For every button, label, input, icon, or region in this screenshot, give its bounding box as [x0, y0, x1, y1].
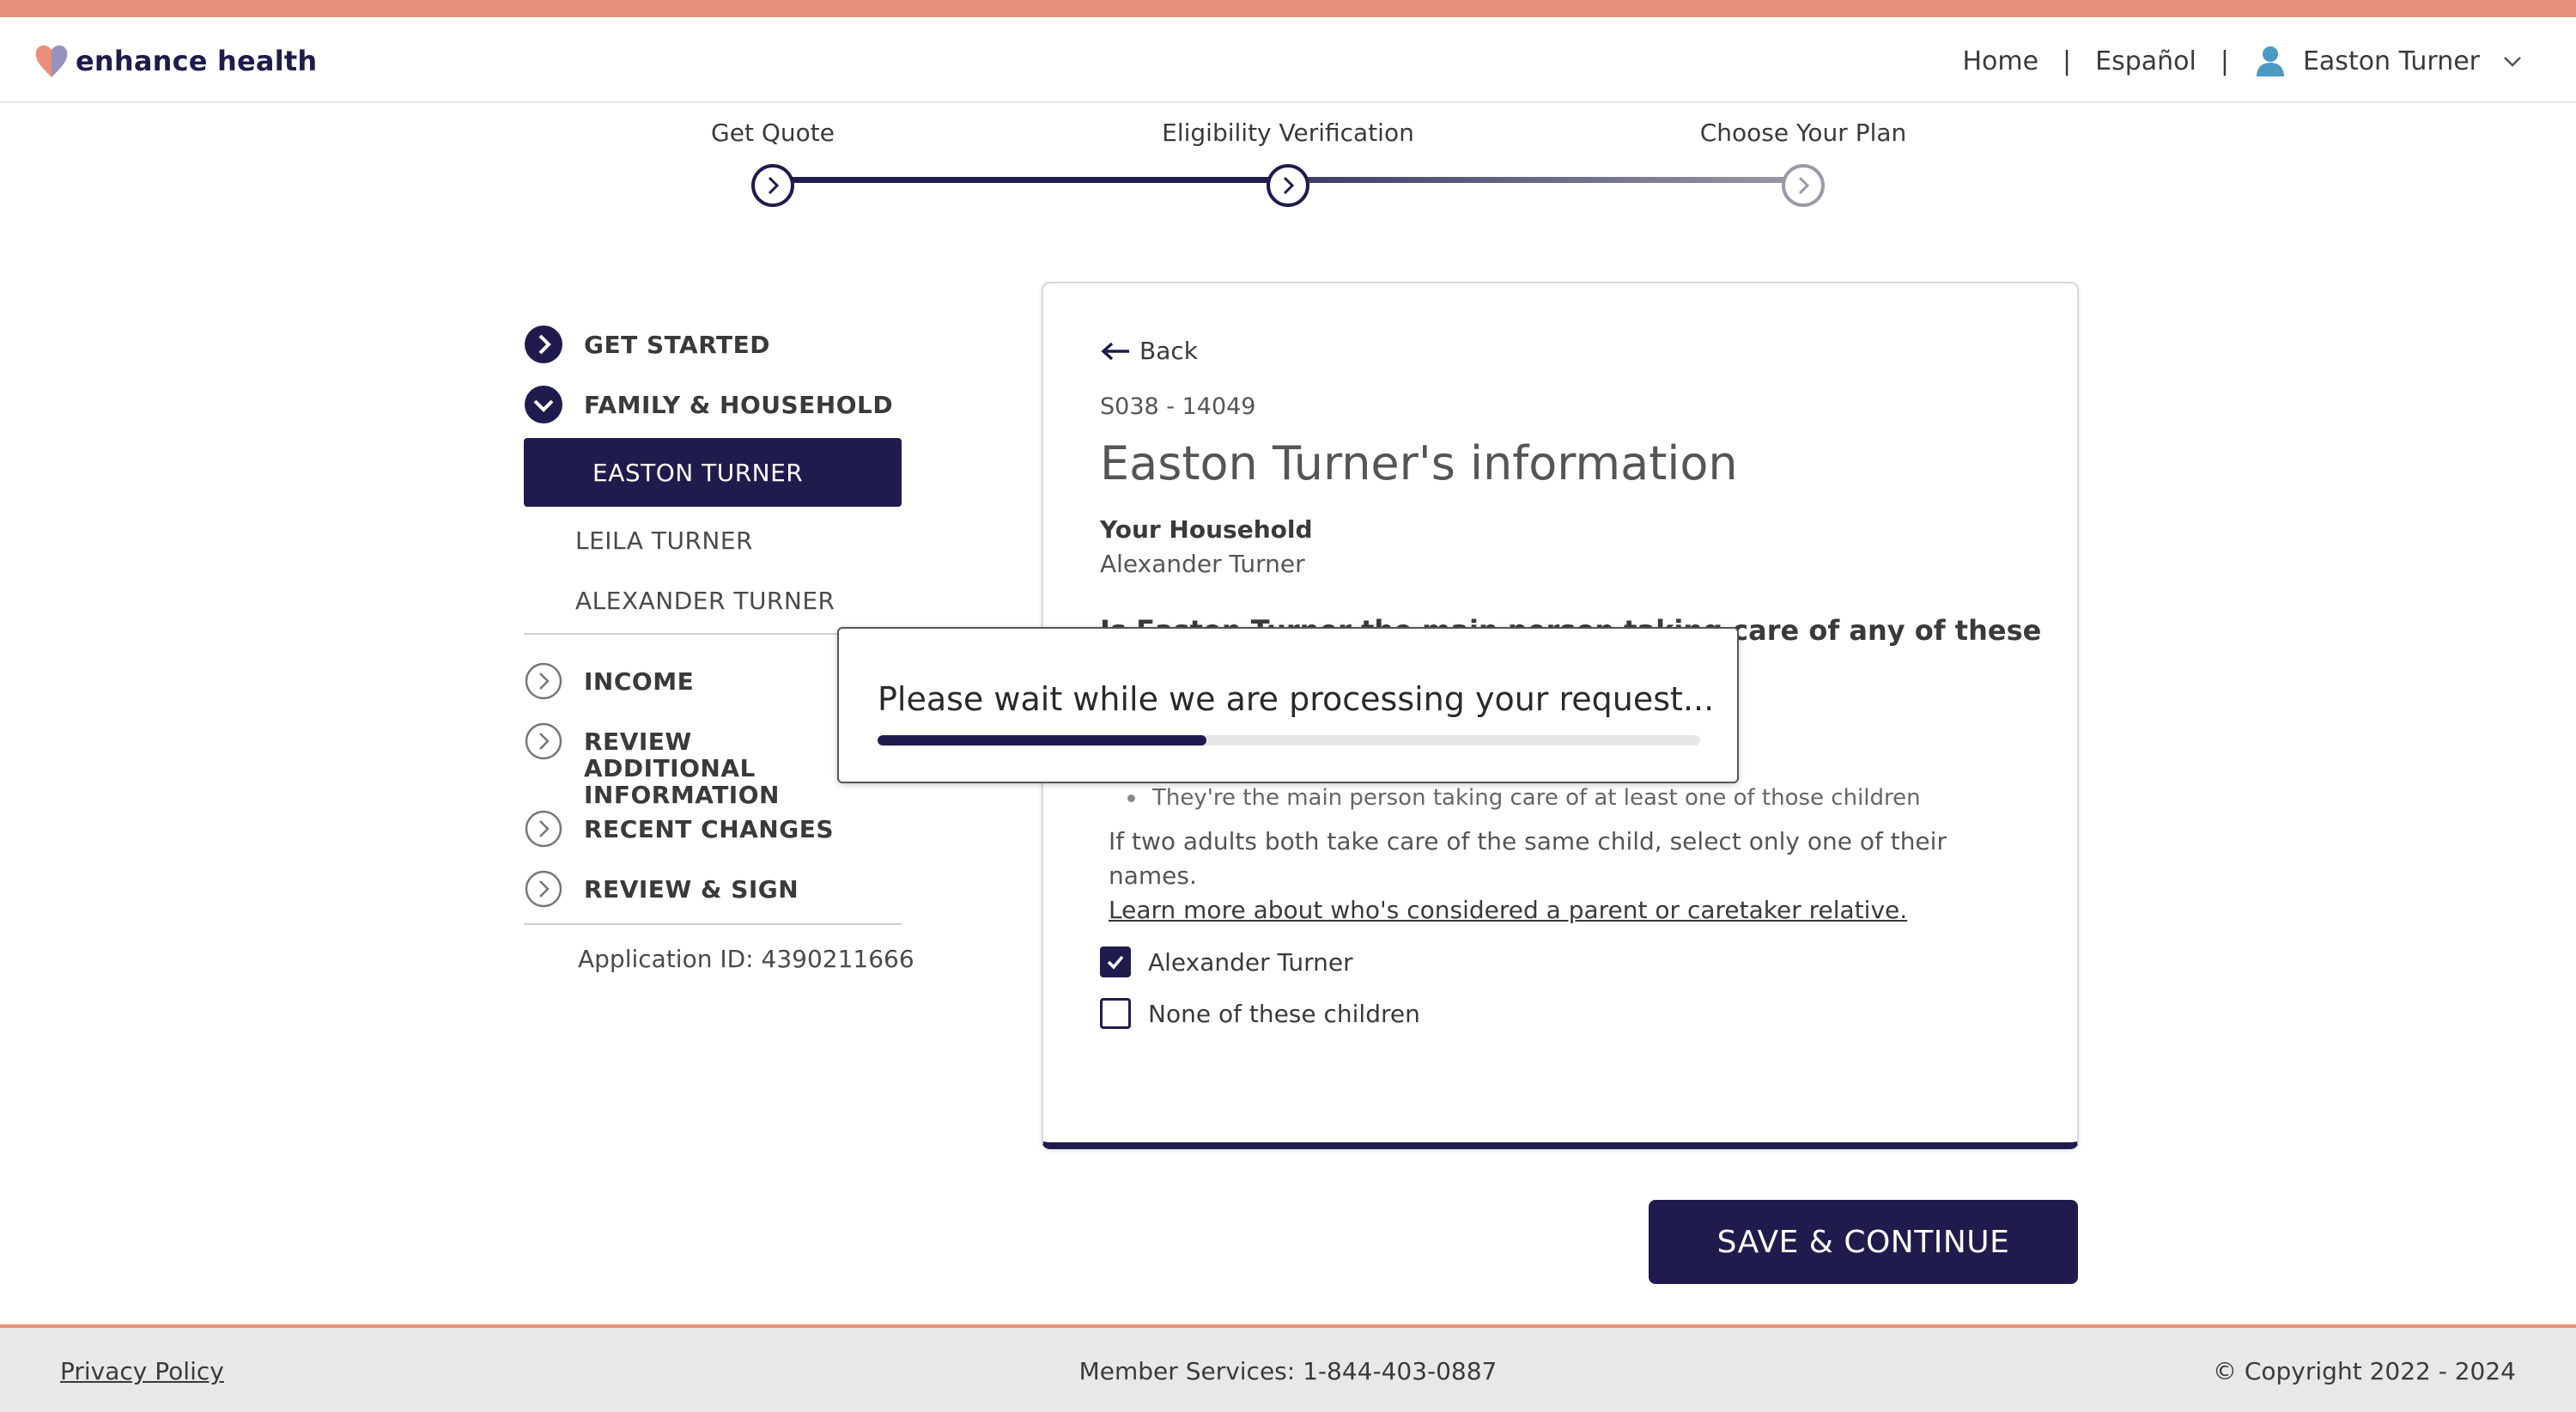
- option-none-of-these[interactable]: None of these children: [1100, 998, 1420, 1029]
- chevron-right-icon: [1283, 176, 1295, 195]
- chevron-right-circle-outline-icon: [525, 722, 562, 760]
- checkbox-checked[interactable]: [1100, 946, 1131, 977]
- sidebar-member-leila-turner[interactable]: LEILA TURNER: [575, 526, 753, 555]
- sidebar-item-family-household[interactable]: FAMILY & HOUSEHOLD: [524, 385, 893, 424]
- step-label-get-quote: Get Quote: [711, 119, 835, 147]
- sidebar-item-label: FAMILY & HOUSEHOLD: [584, 391, 894, 419]
- step-connector-complete: [773, 177, 1288, 183]
- sidebar-item-label: RECENT CHANGES: [584, 815, 835, 843]
- language-link[interactable]: Español: [2095, 46, 2196, 76]
- sidebar-item-label: GET STARTED: [584, 331, 770, 359]
- copyright: © Copyright 2022 - 2024: [2212, 1357, 2516, 1385]
- checkbox-unchecked[interactable]: [1100, 998, 1131, 1029]
- brand-logo[interactable]: enhance health: [33, 41, 317, 81]
- caretaker-note: If two adults both take care of the same…: [1109, 827, 1947, 890]
- arrow-left-icon: [1101, 342, 1129, 360]
- option-label: None of these children: [1148, 999, 1420, 1028]
- sidebar-item-get-started[interactable]: GET STARTED: [524, 325, 770, 364]
- step-label-choose-plan: Choose Your Plan: [1699, 119, 1907, 147]
- privacy-policy-link[interactable]: Privacy Policy: [60, 1357, 224, 1385]
- chevron-right-circle-outline-icon: [525, 662, 562, 700]
- brand-name: enhance health: [76, 45, 318, 77]
- sidebar-item-label: REVIEW & SIGN: [584, 875, 799, 904]
- sidebar-item-label: REVIEW ADDITIONAL INFORMATION: [584, 727, 780, 808]
- sidebar-item-review-sign[interactable]: REVIEW & SIGN: [524, 869, 799, 909]
- site-footer: Privacy Policy Member Services: 1-844-40…: [0, 1324, 2576, 1412]
- learn-more-link[interactable]: Learn more about who's considered a pare…: [1109, 896, 1907, 924]
- step-marker-get-quote[interactable]: [751, 164, 794, 207]
- chevron-right-circle-outline-icon: [525, 810, 562, 848]
- processing-message: Please wait while we are processing your…: [878, 680, 1715, 718]
- checkmark-icon: [1107, 955, 1124, 970]
- criteria-bullet: They're the main person taking care of a…: [1127, 785, 1921, 811]
- page-title: Easton Turner's information: [1100, 436, 1738, 490]
- step-marker-choose-plan[interactable]: [1782, 164, 1825, 207]
- step-connector-upcoming: [1288, 177, 1803, 183]
- sidebar-member-alexander-turner[interactable]: ALEXANDER TURNER: [575, 587, 835, 615]
- household-value: Alexander Turner: [1100, 550, 1305, 578]
- chevron-right-icon: [1798, 176, 1810, 195]
- chevron-right-icon: [768, 176, 780, 195]
- top-nav: Home | Español | Easton Turner: [1962, 41, 2524, 81]
- sidebar-divider: [524, 923, 902, 925]
- member-services: Member Services: 1-844-403-0887: [1078, 1357, 1498, 1385]
- back-link[interactable]: Back: [1100, 337, 1198, 365]
- back-label: Back: [1139, 337, 1198, 365]
- sidebar-item-label: INCOME: [584, 667, 695, 696]
- top-accent-bar: [0, 0, 2576, 17]
- heart-logo-icon: [35, 45, 68, 77]
- processing-progress-bar: [878, 735, 1700, 746]
- form-code: S038 - 14049: [1100, 393, 1256, 420]
- home-link[interactable]: Home: [1962, 46, 2038, 76]
- bullet-dot-icon: [1127, 794, 1135, 802]
- step-marker-eligibility[interactable]: [1267, 164, 1309, 207]
- sidebar-item-review-additional[interactable]: REVIEW ADDITIONAL INFORMATION: [524, 721, 807, 808]
- criteria-text: They're the main person taking care of a…: [1152, 785, 1921, 811]
- save-continue-button[interactable]: SAVE & CONTINUE: [1649, 1200, 2078, 1284]
- user-icon[interactable]: [2253, 44, 2287, 78]
- nav-separator: |: [2220, 46, 2229, 76]
- progress-fill: [878, 735, 1207, 746]
- chevron-down-circle-filled-icon: [525, 386, 562, 423]
- nav-separator: |: [2063, 46, 2072, 76]
- application-id: Application ID: 4390211666: [578, 945, 914, 973]
- site-header: enhance health Home | Español | Easton T…: [0, 17, 2576, 103]
- sidebar-item-income[interactable]: INCOME: [524, 661, 694, 701]
- user-menu-name[interactable]: Easton Turner: [2303, 46, 2480, 76]
- option-alexander-turner[interactable]: Alexander Turner: [1100, 946, 1353, 977]
- option-label: Alexander Turner: [1148, 947, 1353, 977]
- chevron-right-circle-outline-icon: [525, 870, 562, 908]
- chevron-down-icon[interactable]: [2480, 49, 2524, 73]
- chevron-right-circle-filled-icon: [525, 326, 562, 363]
- household-label: Your Household: [1100, 515, 1313, 544]
- step-label-eligibility: Eligibility Verification: [1162, 119, 1414, 147]
- sidebar-member-easton-turner[interactable]: EASTON TURNER: [524, 438, 902, 507]
- sidebar-item-recent-changes[interactable]: RECENT CHANGES: [524, 809, 834, 849]
- processing-dialog: Please wait while we are processing your…: [837, 627, 1739, 783]
